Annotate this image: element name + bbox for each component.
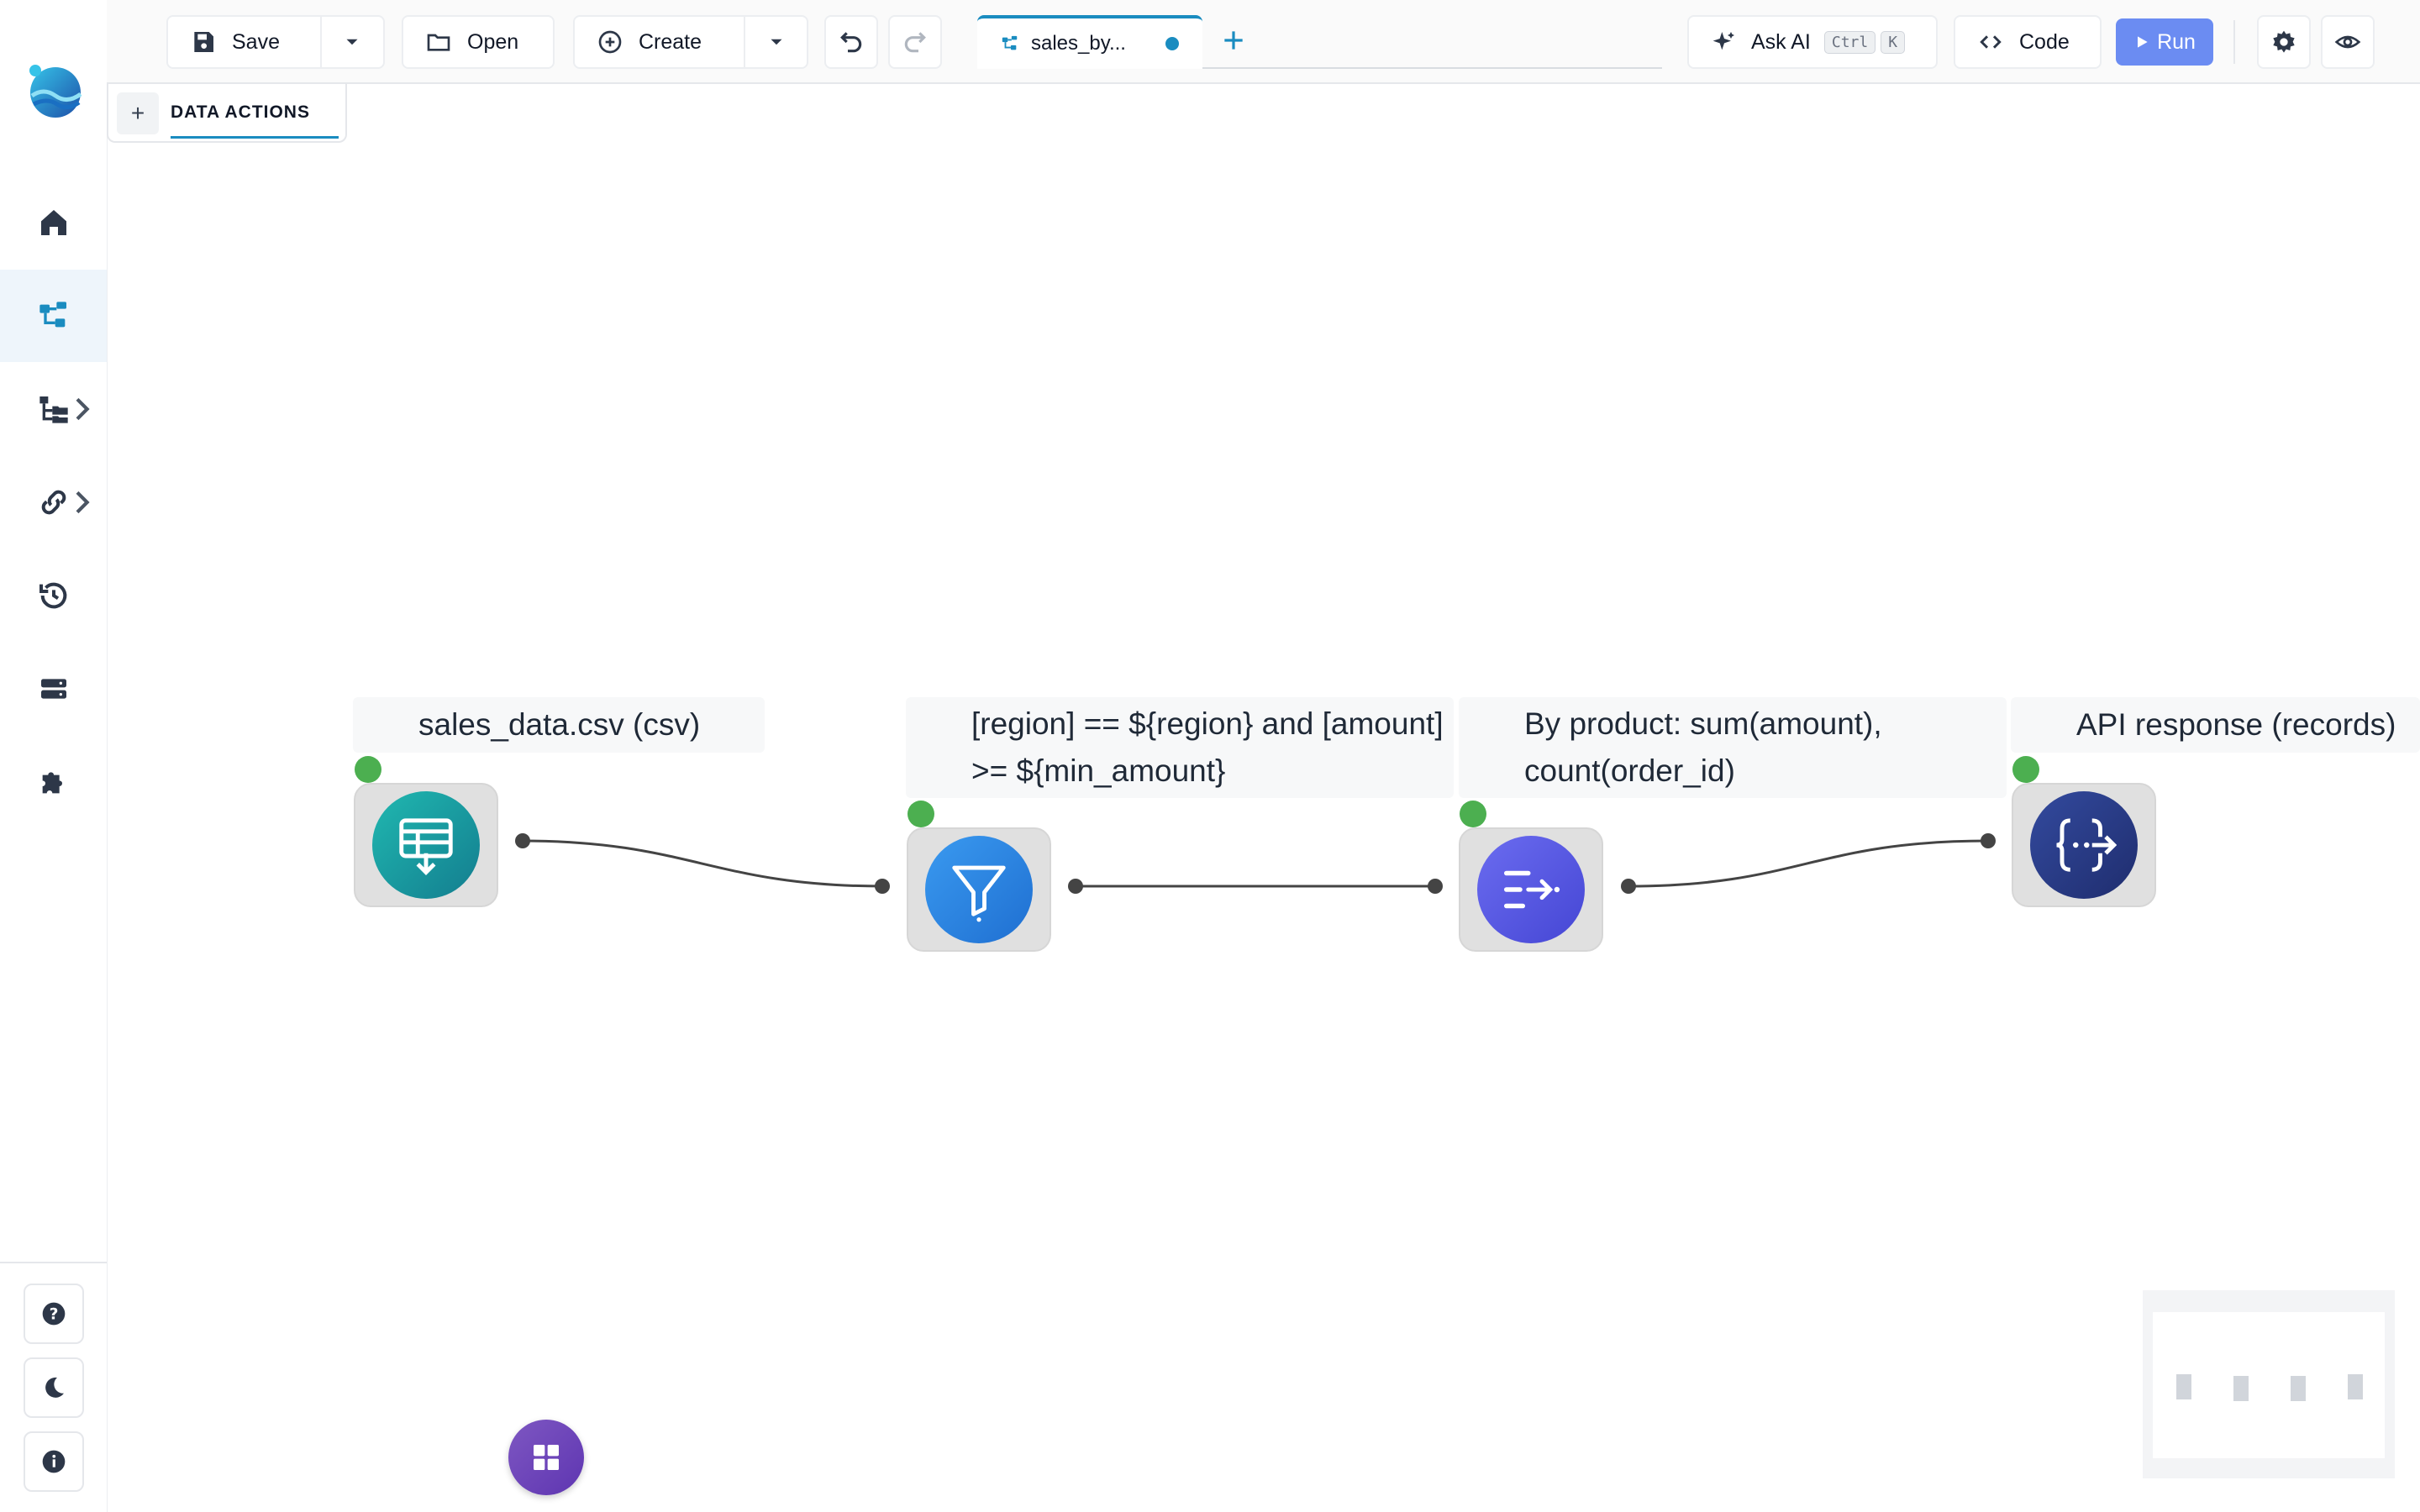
node-1-label[interactable]: sales_data.csv (csv) <box>353 697 765 753</box>
port-in <box>875 879 890 894</box>
node-1-csv-source[interactable] <box>354 783 498 907</box>
node-3-status <box>1460 801 1486 827</box>
minimap-node <box>2348 1374 2363 1399</box>
filter-icon <box>952 865 1006 922</box>
minimap[interactable] <box>2143 1290 2395 1478</box>
edge-1-2 <box>522 839 883 888</box>
node-3-group-by[interactable] <box>1459 827 1603 952</box>
node-4-icon-bg <box>2030 791 2138 899</box>
port-in <box>1981 833 1996 848</box>
node-1-icon-bg <box>372 791 480 899</box>
node-4-label[interactable]: API response (records) <box>2011 697 2420 753</box>
node-4-status <box>2012 756 2039 783</box>
table-download-icon <box>399 818 453 875</box>
minimap-node <box>2291 1376 2306 1401</box>
port-out <box>1068 879 1083 894</box>
minimap-node <box>2176 1374 2191 1399</box>
edge-3-4 <box>1628 839 1989 888</box>
node-4-api-response[interactable] <box>2012 783 2156 907</box>
port-out <box>1621 879 1636 894</box>
node-2-status <box>908 801 934 827</box>
node-2-filter[interactable] <box>907 827 1051 952</box>
node-3-label[interactable]: By product: sum(amount), count(order_id) <box>1459 697 2007 798</box>
node-palette-button[interactable] <box>508 1420 584 1495</box>
aggregate-icon <box>1503 870 1560 909</box>
node-1-status <box>355 756 381 783</box>
port-out <box>515 833 530 848</box>
node-2-label[interactable]: [region] == ${region} and [amount] >= ${… <box>906 697 1454 798</box>
node-2-icon-bg <box>925 836 1033 943</box>
node-3-icon-bg <box>1477 836 1585 943</box>
json-output-icon <box>2056 818 2117 872</box>
minimap-node <box>2233 1376 2249 1401</box>
grid-icon <box>534 1445 559 1470</box>
port-in <box>1428 879 1443 894</box>
